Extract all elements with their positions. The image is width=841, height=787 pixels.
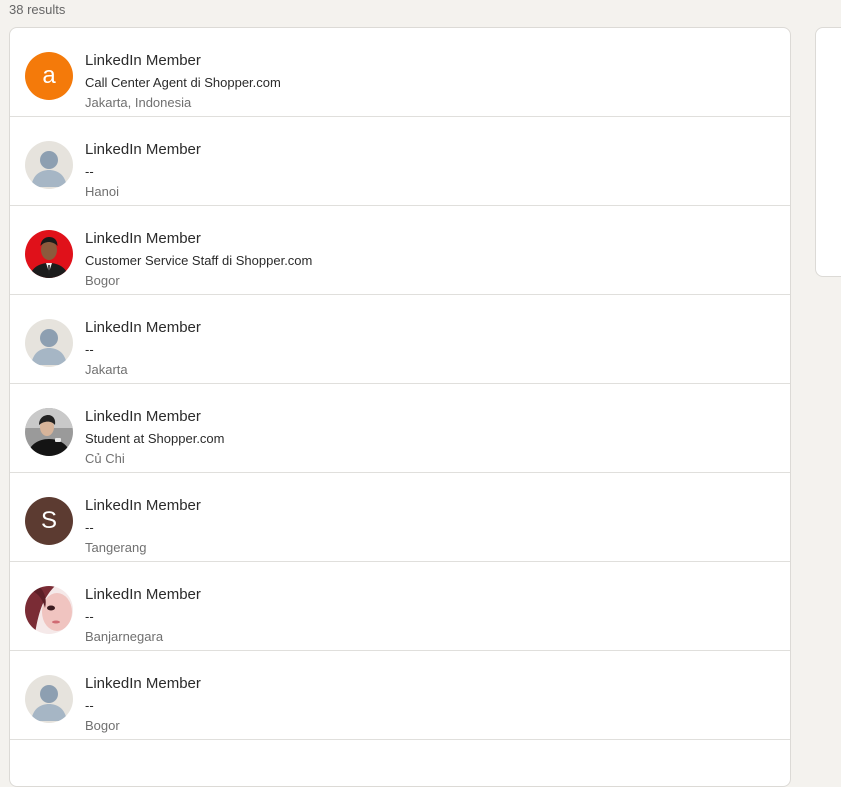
- result-row[interactable]: LinkedIn Member -- Banjarnegara: [10, 562, 790, 651]
- placeholder-person-icon[interactable]: [25, 319, 73, 367]
- side-panel: [815, 27, 841, 277]
- member-headline: --: [85, 698, 94, 713]
- result-row[interactable]: LinkedIn Member Student at Shopper.com C…: [10, 384, 790, 473]
- profile-photo[interactable]: [25, 408, 73, 456]
- member-headline: Customer Service Staff di Shopper.com: [85, 253, 313, 268]
- member-headline: --: [85, 520, 94, 535]
- result-row[interactable]: LinkedIn Member -- Hanoi: [10, 117, 790, 206]
- member-name[interactable]: LinkedIn Member: [85, 586, 201, 603]
- avatar-letter: S: [40, 507, 57, 534]
- member-location: Hanoi: [85, 184, 119, 199]
- profile-photo[interactable]: [25, 586, 73, 634]
- result-row[interactable]: LinkedIn Member -- Bogor: [10, 651, 790, 740]
- result-row[interactable]: S LinkedIn Member -- Tangerang: [10, 473, 790, 562]
- placeholder-person-icon[interactable]: [25, 675, 73, 723]
- member-location: Jakarta: [85, 362, 128, 377]
- member-headline: --: [85, 342, 94, 357]
- member-location: Tangerang: [85, 540, 147, 555]
- result-row[interactable]: LinkedIn Member Customer Service Staff d…: [10, 206, 790, 295]
- avatar-letter-s[interactable]: S: [25, 497, 73, 545]
- member-headline: Student at Shopper.com: [85, 431, 225, 446]
- search-results-list: a LinkedIn Member Call Center Agent di S…: [9, 27, 791, 787]
- profile-photo[interactable]: [25, 230, 73, 278]
- member-name[interactable]: LinkedIn Member: [85, 52, 201, 69]
- member-name[interactable]: LinkedIn Member: [85, 408, 201, 425]
- member-location: Củ Chi: [85, 451, 125, 466]
- member-name[interactable]: LinkedIn Member: [85, 141, 201, 158]
- member-location: Jakarta, Indonesia: [85, 95, 192, 110]
- member-location: Bogor: [85, 718, 120, 733]
- placeholder-person-icon[interactable]: [25, 141, 73, 189]
- member-headline: Call Center Agent di Shopper.com: [85, 75, 281, 90]
- result-row[interactable]: LinkedIn Member -- Jakarta: [10, 295, 790, 384]
- member-name[interactable]: LinkedIn Member: [85, 497, 201, 514]
- member-name[interactable]: LinkedIn Member: [85, 319, 201, 336]
- member-headline: --: [85, 609, 94, 624]
- member-name[interactable]: LinkedIn Member: [85, 675, 201, 692]
- result-row[interactable]: a LinkedIn Member Call Center Agent di S…: [10, 28, 790, 117]
- member-name[interactable]: LinkedIn Member: [85, 230, 201, 247]
- avatar-letter: a: [42, 62, 56, 89]
- member-location: Banjarnegara: [85, 629, 164, 644]
- results-count: 38 results: [9, 2, 66, 17]
- avatar-letter-a[interactable]: a: [25, 52, 73, 100]
- member-location: Bogor: [85, 273, 120, 288]
- member-headline: --: [85, 164, 94, 179]
